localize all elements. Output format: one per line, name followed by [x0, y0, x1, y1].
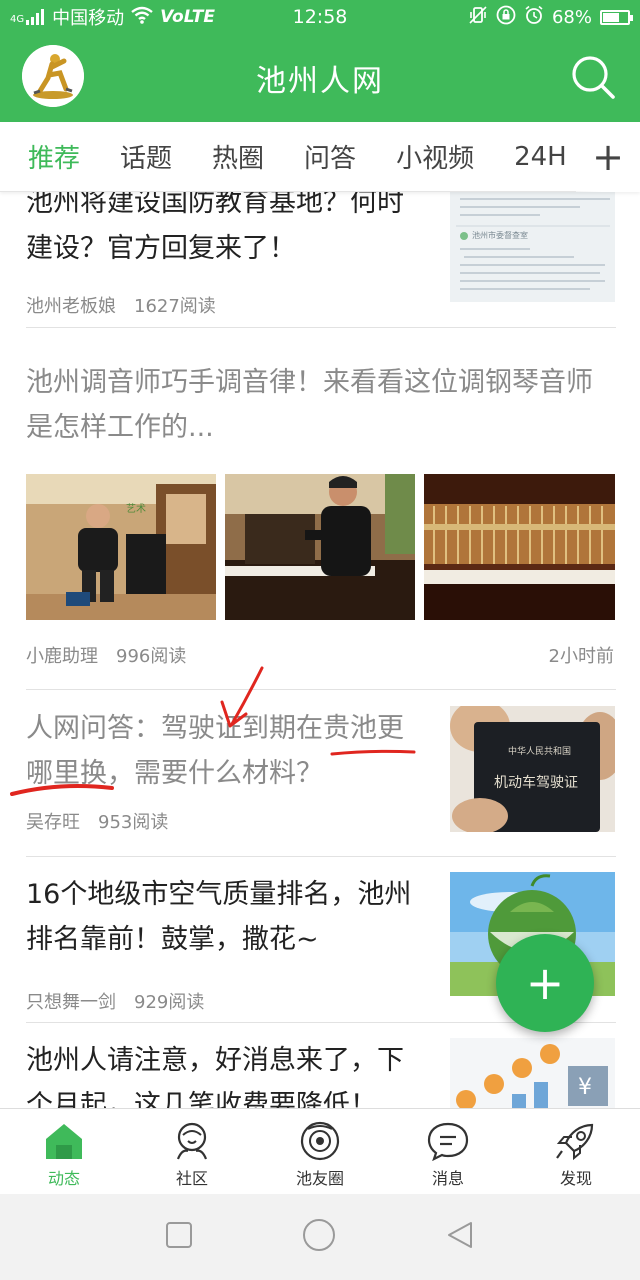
- nav-label: 动态: [47, 1169, 80, 1188]
- page-title: 池州人网: [256, 64, 384, 99]
- tab-short-video[interactable]: 小视频: [396, 138, 474, 175]
- list-item[interactable]: 人网问答：驾驶证到期在贵池更哪里换，需要什么材料？ 吴存旺 953阅读: [26, 706, 426, 834]
- article-meta: 小鹿助理 996阅读: [26, 642, 186, 668]
- nav-label: 消息: [431, 1169, 464, 1188]
- thumbnail-caption: 中华人民共和国: [508, 747, 572, 757]
- article-thumbnail[interactable]: 中华人民共和国 机动车驾驶证: [450, 706, 615, 832]
- app-logo[interactable]: [22, 45, 84, 107]
- app-header: 池州人网: [0, 34, 640, 122]
- carrier-name: 中国移动: [52, 8, 125, 29]
- article-author: 只想舞一剑: [26, 992, 116, 1013]
- thumbnail-caption: 机动车驾驶证: [494, 775, 578, 791]
- list-item[interactable]: 池州调音师巧手调音律！来看看这位调钢琴音师是怎样工作的...: [26, 360, 616, 450]
- svg-text:艺术: 艺术: [126, 503, 146, 515]
- search-button[interactable]: [570, 54, 616, 100]
- article-meta: 池州老板娘 1627阅读: [26, 292, 426, 318]
- article-title: 池州将建设国防教育基地？何时建设？官方回复来了！: [26, 192, 404, 264]
- channel-tabs: 推荐 话题 热圈 问答 小视频 24H +: [0, 122, 640, 192]
- divider: [26, 689, 616, 690]
- list-item[interactable]: 16个地级市空气质量排名，池州排名靠前！鼓掌，撒花~ 只想舞一剑 929阅读: [26, 872, 426, 1014]
- article-meta: 吴存旺 953阅读: [26, 808, 426, 834]
- article-title: 人网问答：驾驶证到期在贵池更哪里换，需要什么材料？: [26, 713, 404, 789]
- tab-topics[interactable]: 话题: [120, 138, 172, 175]
- tab-hot-circle[interactable]: 热圈: [212, 138, 264, 175]
- article-image-3[interactable]: [424, 474, 615, 620]
- article-meta: 只想舞一剑 929阅读: [26, 988, 426, 1014]
- nav-label: 社区: [175, 1169, 208, 1188]
- battery-level: [603, 12, 620, 22]
- article-time: 2小时前: [548, 646, 614, 667]
- tab-24h[interactable]: 24H: [514, 142, 567, 172]
- nav-label: 池友圈: [295, 1169, 344, 1188]
- circle-icon: [300, 1121, 340, 1161]
- circle-outline-icon: [302, 1219, 335, 1251]
- square-icon: [165, 1222, 192, 1248]
- create-post-button[interactable]: +: [496, 934, 594, 1032]
- lock-icon: [496, 5, 516, 30]
- search-icon: [572, 56, 615, 99]
- alarm-icon: [524, 5, 544, 30]
- article-image-1[interactable]: 艺术: [26, 474, 216, 620]
- battery-icon: [600, 9, 633, 25]
- divider: [26, 856, 616, 857]
- article-image-2[interactable]: [225, 474, 415, 620]
- battery-percent: 68%: [551, 6, 592, 28]
- home-icon: [46, 1124, 82, 1159]
- clock: 12:58: [292, 6, 348, 28]
- home-button[interactable]: [302, 1218, 336, 1256]
- nav-item-community[interactable]: 社区: [128, 1109, 256, 1194]
- signal-icon: 4G: [10, 9, 46, 25]
- thumbnail-caption: 池州市委督查室: [472, 231, 528, 240]
- community-icon: [176, 1122, 208, 1160]
- wifi-icon: [130, 6, 154, 29]
- tab-recommend[interactable]: 推荐: [28, 138, 80, 175]
- volte-label: VoLTE: [160, 7, 215, 27]
- article-reads: 953阅读: [98, 812, 169, 833]
- article-author: 池州老板娘: [26, 296, 116, 317]
- nav-item-feed[interactable]: 动态: [0, 1109, 128, 1194]
- message-icon: [427, 1122, 469, 1161]
- divider: [26, 327, 616, 328]
- recent-apps-button[interactable]: [165, 1221, 193, 1253]
- article-reads: 1627阅读: [134, 296, 216, 317]
- nav-item-friend-circle[interactable]: 池友圈: [256, 1109, 384, 1194]
- vibrate-icon: [468, 5, 488, 30]
- article-reads: 996阅读: [116, 646, 187, 667]
- article-reads: 929阅读: [134, 992, 205, 1013]
- back-button[interactable]: [445, 1220, 475, 1254]
- article-thumbnail[interactable]: ¥: [450, 1038, 615, 1108]
- add-channel-button[interactable]: +: [576, 122, 640, 192]
- article-author: 吴存旺: [26, 812, 80, 833]
- plus-icon: +: [525, 956, 565, 1010]
- svg-text:¥: ¥: [578, 1075, 592, 1100]
- nav-item-messages[interactable]: 消息: [384, 1109, 512, 1194]
- article-author: 小鹿助理: [26, 646, 98, 667]
- nav-item-discover[interactable]: 发现: [512, 1109, 640, 1194]
- list-item[interactable]: 池州将建设国防教育基地？何时建设？官方回复来了！ 池州老板娘 1627阅读: [26, 192, 426, 318]
- list-item[interactable]: 池州人请注意，好消息来了，下个月起，这几笔收费要降低！: [26, 1038, 426, 1108]
- back-triangle-icon: [448, 1222, 473, 1248]
- plus-icon: +: [592, 135, 624, 179]
- network-type: 4G: [10, 14, 25, 25]
- nav-label: 发现: [559, 1169, 592, 1188]
- bottom-navigation: 动态 社区 池友圈 消息 发现: [0, 1108, 640, 1194]
- article-title: 池州调音师巧手调音律！来看看这位调钢琴音师是怎样工作的...: [26, 367, 593, 443]
- article-title: 池州人请注意，好消息来了，下个月起，这几笔收费要降低！: [26, 1045, 404, 1108]
- article-thumbnail[interactable]: 池州市委督查室: [450, 192, 615, 302]
- system-navigation-bar: [0, 1194, 640, 1280]
- rocket-icon: [556, 1123, 594, 1161]
- article-title: 16个地级市空气质量排名，池州排名靠前！鼓掌，撒花~: [26, 879, 412, 955]
- tab-qa[interactable]: 问答: [304, 138, 356, 175]
- status-bar: 4G 中国移动 VoLTE 12:58 68%: [0, 0, 640, 34]
